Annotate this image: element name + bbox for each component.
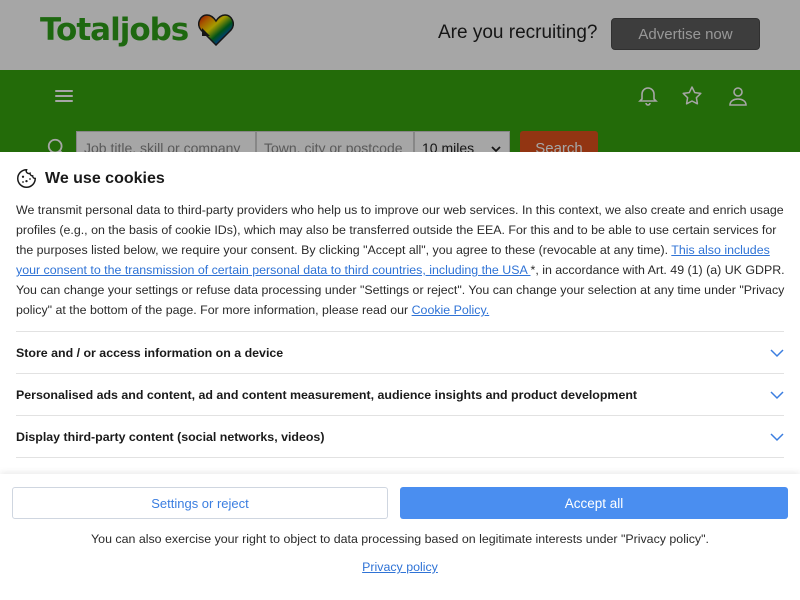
purpose-item-ads[interactable]: Personalised ads and content, ad and con…: [16, 374, 784, 416]
privacy-policy-link[interactable]: Privacy policy: [362, 560, 438, 574]
settings-or-reject-button[interactable]: Settings or reject: [12, 487, 388, 519]
chevron-down-icon[interactable]: [770, 430, 784, 444]
cookie-text-1: We transmit personal data to third-party…: [16, 203, 784, 257]
purpose-item-third-party[interactable]: Display third-party content (social netw…: [16, 416, 784, 458]
chevron-down-icon[interactable]: [770, 388, 784, 402]
purpose-label: Personalised ads and content, ad and con…: [16, 387, 638, 402]
cookie-icon: [17, 169, 36, 188]
purpose-item-storage[interactable]: Store and / or access information on a d…: [16, 332, 784, 374]
cookie-description: We transmit personal data to third-party…: [16, 200, 786, 320]
privacy-policy-row: Privacy policy: [0, 560, 800, 574]
purpose-list: Store and / or access information on a d…: [16, 331, 784, 458]
accept-all-button[interactable]: Accept all: [400, 487, 788, 519]
cookie-header: We use cookies: [16, 168, 165, 189]
legitimate-interest-note: You can also exercise your right to obje…: [91, 532, 709, 546]
cookie-policy-link[interactable]: Cookie Policy.: [412, 303, 490, 317]
cookie-title: We use cookies: [45, 169, 165, 187]
cookie-actions-bar: Settings or reject Accept all You can al…: [0, 474, 800, 600]
chevron-down-icon[interactable]: [770, 346, 784, 360]
purpose-label: Store and / or access information on a d…: [16, 345, 284, 360]
purpose-label: Display third-party content (social netw…: [16, 429, 325, 444]
